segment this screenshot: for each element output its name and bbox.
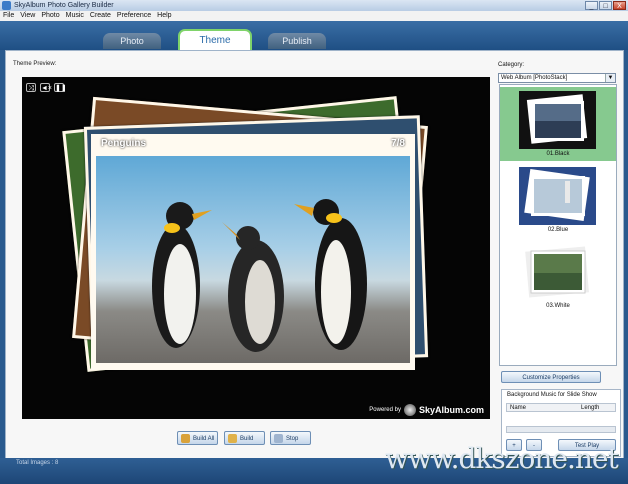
theme-thumbnail bbox=[519, 243, 596, 301]
build-icon bbox=[228, 434, 237, 443]
category-label: Category: bbox=[498, 62, 525, 68]
build-all-button[interactable]: Build All bbox=[177, 431, 218, 445]
theme-item-white[interactable]: 03.White bbox=[500, 239, 616, 313]
photo-counter: 7/8 bbox=[391, 138, 405, 149]
menu-view[interactable]: View bbox=[17, 11, 38, 21]
total-images: Total Images : 8 bbox=[16, 460, 59, 466]
column-length: Length bbox=[581, 405, 600, 411]
tab-theme[interactable]: Theme bbox=[178, 29, 252, 52]
menu-music[interactable]: Music bbox=[63, 11, 87, 21]
music-list-scrollbar[interactable] bbox=[506, 426, 616, 433]
menu-file[interactable]: File bbox=[0, 11, 17, 21]
powered-by-text: Powered by bbox=[369, 407, 401, 413]
theme-item-black[interactable]: 01.Black bbox=[500, 87, 616, 161]
customize-properties-button[interactable]: Customize Properties bbox=[501, 371, 601, 383]
theme-thumbnail bbox=[519, 167, 596, 225]
theme-list[interactable]: 01.Black 02.Blue 03.White bbox=[499, 84, 617, 366]
brand-text: SkyAlbum.com bbox=[418, 405, 484, 415]
tab-photo[interactable]: Photo bbox=[103, 33, 161, 49]
menu-create[interactable]: Create bbox=[87, 11, 114, 21]
status-bar: Total Images : 8 www.dkszone.net bbox=[0, 442, 628, 484]
watermark-text: www.dkszone.net bbox=[385, 442, 619, 475]
skyalbum-logo-icon bbox=[403, 404, 416, 416]
build-all-icon bbox=[181, 434, 190, 443]
window-title: SkyAlbum Photo Gallery Builder bbox=[14, 2, 114, 9]
current-photo: Penguins 7/8 bbox=[91, 134, 415, 370]
theme-item-blue[interactable]: 02.Blue bbox=[500, 163, 616, 237]
theme-thumbnail bbox=[519, 91, 596, 149]
shuffle-icon[interactable]: ⤨ bbox=[26, 83, 36, 92]
tab-bar: Photo Theme Publish bbox=[0, 21, 628, 52]
theme-preview-label: Theme Preview: bbox=[13, 61, 57, 67]
minimize-button[interactable]: _ bbox=[585, 1, 598, 10]
powered-by-badge: Powered by SkyAlbum.com bbox=[369, 404, 484, 416]
photo-title: Penguins bbox=[101, 138, 147, 149]
app-window: SkyAlbum Photo Gallery Builder _ □ X Fil… bbox=[0, 0, 628, 484]
music-table-header: Name Length bbox=[506, 403, 616, 412]
tab-publish[interactable]: Publish bbox=[268, 33, 326, 49]
menu-photo[interactable]: Photo bbox=[38, 11, 62, 21]
menu-preference[interactable]: Preference bbox=[114, 11, 154, 21]
theme-preview: ⤨ ◄× ❚❚ Penguins 7/8 Powered by SkyAlbum… bbox=[22, 77, 490, 419]
category-select[interactable]: Web Album [PhotoStack] ▼ bbox=[498, 73, 616, 83]
mute-icon[interactable]: ◄× bbox=[40, 83, 52, 92]
theme-label: 02.Blue bbox=[547, 227, 569, 233]
app-icon bbox=[2, 1, 11, 10]
menu-help[interactable]: Help bbox=[154, 11, 174, 21]
theme-label: 03.White bbox=[546, 303, 570, 309]
maximize-button[interactable]: □ bbox=[599, 1, 612, 10]
background-music-label: Background Music for Slide Show bbox=[507, 392, 597, 398]
stop-icon bbox=[274, 434, 283, 443]
stop-button[interactable]: Stop bbox=[270, 431, 311, 445]
chevron-down-icon[interactable]: ▼ bbox=[605, 74, 615, 82]
column-name: Name bbox=[510, 405, 527, 411]
build-button[interactable]: Build bbox=[224, 431, 265, 445]
theme-label: 01.Black bbox=[546, 151, 570, 157]
pause-icon[interactable]: ❚❚ bbox=[54, 83, 67, 92]
main-content: Theme Preview: ⤨ ◄× ❚❚ Penguins 7/8 Powe… bbox=[5, 50, 624, 459]
close-button[interactable]: X bbox=[613, 1, 626, 10]
penguins-image bbox=[96, 156, 410, 363]
